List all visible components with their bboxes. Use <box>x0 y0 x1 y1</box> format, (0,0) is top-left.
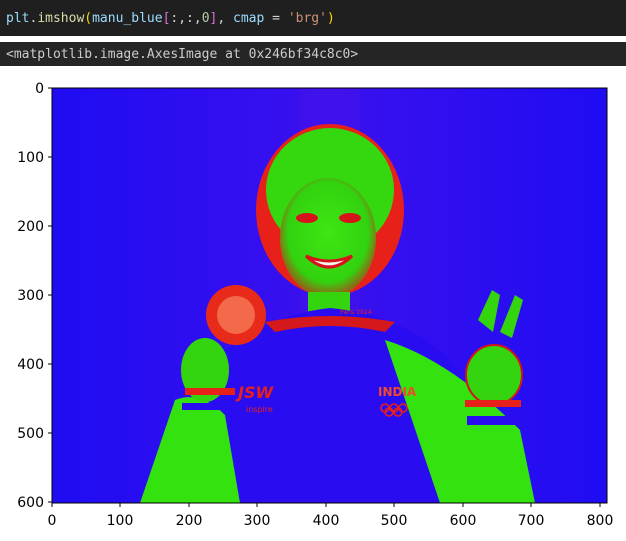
image-content: JSW inspire INDIA Paris 2024 <box>52 88 607 503</box>
y-tick-label: 400 <box>17 357 44 373</box>
y-tick-label: 200 <box>17 219 44 235</box>
y-tick-label: 600 <box>17 495 44 511</box>
output-text: <matplotlib.image.AxesImage at 0x246bf34… <box>6 46 359 62</box>
y-tick-label: 0 <box>35 81 44 97</box>
sponsor-sub: inspire <box>246 405 273 414</box>
plot-area: JSW inspire INDIA Paris 2024 0 100 200 3… <box>0 70 626 537</box>
x-axis: 0 100 200 300 400 500 600 700 800 <box>48 503 614 529</box>
output-cell: <matplotlib.image.AxesImage at 0x246bf34… <box>0 42 626 66</box>
collar-text: Paris 2024 <box>340 309 372 316</box>
sponsor-logo: JSW <box>235 383 274 402</box>
code-comma: , <box>217 10 234 26</box>
x-tick-label: 0 <box>48 513 57 529</box>
code-index: 0 <box>201 10 210 26</box>
y-tick-label: 300 <box>17 288 44 304</box>
x-tick-label: 200 <box>176 513 203 529</box>
code-line[interactable]: plt.imshow(manu_blue[:,:,0], cmap = 'brg… <box>0 12 335 25</box>
y-tick-label: 500 <box>17 426 44 442</box>
code-slice: :,:, <box>170 10 202 26</box>
right-eye <box>339 213 361 223</box>
code-close-paren: ) <box>326 10 335 26</box>
code-eq: = <box>264 10 288 26</box>
code-cmap-value: 'brg' <box>287 10 327 26</box>
y-axis: 0 100 200 300 400 500 600 <box>17 81 52 511</box>
code-open-paren: ( <box>84 10 93 26</box>
code-function: imshow <box>37 10 85 26</box>
code-arg: manu_blue <box>92 10 163 26</box>
y-tick-label: 100 <box>17 150 44 166</box>
plot-figure: JSW inspire INDIA Paris 2024 0 100 200 3… <box>17 81 614 529</box>
x-tick-label: 700 <box>518 513 545 529</box>
code-obj: plt <box>6 10 30 26</box>
right-hand <box>465 344 523 406</box>
x-tick-label: 300 <box>244 513 271 529</box>
face-shape <box>280 178 376 298</box>
code-kw: cmap <box>233 10 265 26</box>
x-tick-label: 600 <box>450 513 477 529</box>
country-text: INDIA <box>378 385 417 399</box>
right-wrist-band-2 <box>467 416 519 425</box>
left-eye <box>296 213 318 223</box>
left-wrist-band-2 <box>182 403 236 410</box>
right-wrist-band-1 <box>465 400 521 407</box>
x-tick-label: 800 <box>587 513 614 529</box>
medal-inner <box>217 296 255 334</box>
code-cell[interactable]: plt.imshow(manu_blue[:,:,0], cmap = 'brg… <box>0 0 626 36</box>
x-tick-label: 100 <box>107 513 134 529</box>
left-wrist-band-1 <box>185 388 235 395</box>
x-tick-label: 400 <box>313 513 340 529</box>
x-tick-label: 500 <box>381 513 408 529</box>
